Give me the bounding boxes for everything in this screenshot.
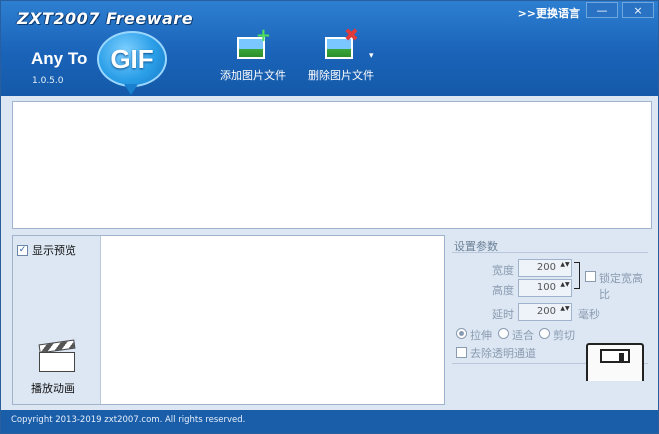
delete-image-label: 删除图片文件	[308, 69, 374, 82]
add-image-button[interactable]: + 添加图片文件	[213, 27, 293, 83]
delay-value: 200	[536, 306, 556, 317]
play-animation-label[interactable]: 播放动画	[31, 380, 75, 396]
save-floppy-icon[interactable]	[586, 343, 644, 381]
crop-label: 剪切	[553, 329, 575, 342]
lock-ratio-checkbox[interactable]	[585, 271, 596, 282]
close-button[interactable]: ×	[622, 2, 654, 18]
settings-divider	[452, 252, 648, 253]
minimize-button[interactable]: —	[586, 2, 618, 18]
status-bar: Copyright 2013-2019 zxt2007.com. All rig…	[1, 410, 658, 433]
height-spin-arrows-icon[interactable]: ▲▼	[560, 281, 570, 288]
width-value: 200	[536, 262, 556, 273]
delay-spin-arrows-icon[interactable]: ▲▼	[560, 305, 570, 312]
show-preview-checkbox[interactable]: ✓	[17, 244, 28, 256]
brand-logo-text: ZXT2007 Freeware	[17, 9, 194, 28]
settings-panel: 设置参数 宽度 200 ▲▼ 高度 100 ▲▼ 锁定宽高比 延时 200 ▲▼…	[452, 235, 651, 405]
fit-label: 适合	[512, 329, 534, 342]
change-language-link[interactable]: >>更换语言	[518, 5, 580, 21]
add-image-label: 添加图片文件	[220, 69, 286, 82]
version-label: 1.0.5.0	[32, 76, 64, 86]
fit-radio[interactable]	[498, 328, 509, 339]
preview-sidebar: ✓ 显示预览 播放动画	[13, 236, 101, 404]
remove-alpha-checkbox[interactable]	[456, 347, 467, 358]
stretch-radio[interactable]	[456, 328, 467, 339]
image-file-list[interactable]	[12, 101, 652, 229]
height-label: 高度	[492, 284, 514, 297]
width-spinner[interactable]: 200 ▲▼	[518, 259, 572, 277]
add-image-icon: +	[235, 27, 271, 61]
width-label: 宽度	[492, 264, 514, 277]
delete-image-icon: ✖	[323, 27, 359, 61]
gif-badge-logo: GIF	[97, 31, 167, 95]
delay-unit: 毫秒	[578, 308, 600, 321]
preview-panel: ✓ 显示预览 播放动画	[12, 235, 445, 405]
delete-dropdown-arrow-icon[interactable]: ▾	[369, 51, 374, 61]
crop-radio[interactable]	[539, 328, 550, 339]
show-preview-label: 显示预览	[32, 244, 76, 257]
gif-badge-text: GIF	[110, 43, 154, 74]
lock-ratio-label: 锁定宽高比	[599, 272, 643, 301]
clapperboard-icon[interactable]	[38, 339, 76, 372]
remove-alpha-label: 去除透明通道	[470, 347, 536, 360]
delay-spinner[interactable]: 200 ▲▼	[518, 303, 572, 321]
show-preview-toggle[interactable]: ✓ 显示预览	[17, 242, 76, 258]
header-bar: ZXT2007 Freeware Any To GIF 1.0.5.0 >>更换…	[1, 1, 658, 96]
app-window: ZXT2007 Freeware Any To GIF 1.0.5.0 >>更换…	[0, 0, 659, 434]
width-spin-arrows-icon[interactable]: ▲▼	[560, 261, 570, 268]
copyright-text: Copyright 2013-2019 zxt2007.com. All rig…	[11, 415, 246, 425]
stretch-label: 拉伸	[470, 329, 492, 342]
height-spinner[interactable]: 100 ▲▼	[518, 279, 572, 297]
delay-label: 延时	[492, 308, 514, 321]
ratio-link-bracket	[574, 262, 580, 289]
height-value: 100	[536, 282, 556, 293]
product-prefix: Any To	[31, 49, 88, 68]
